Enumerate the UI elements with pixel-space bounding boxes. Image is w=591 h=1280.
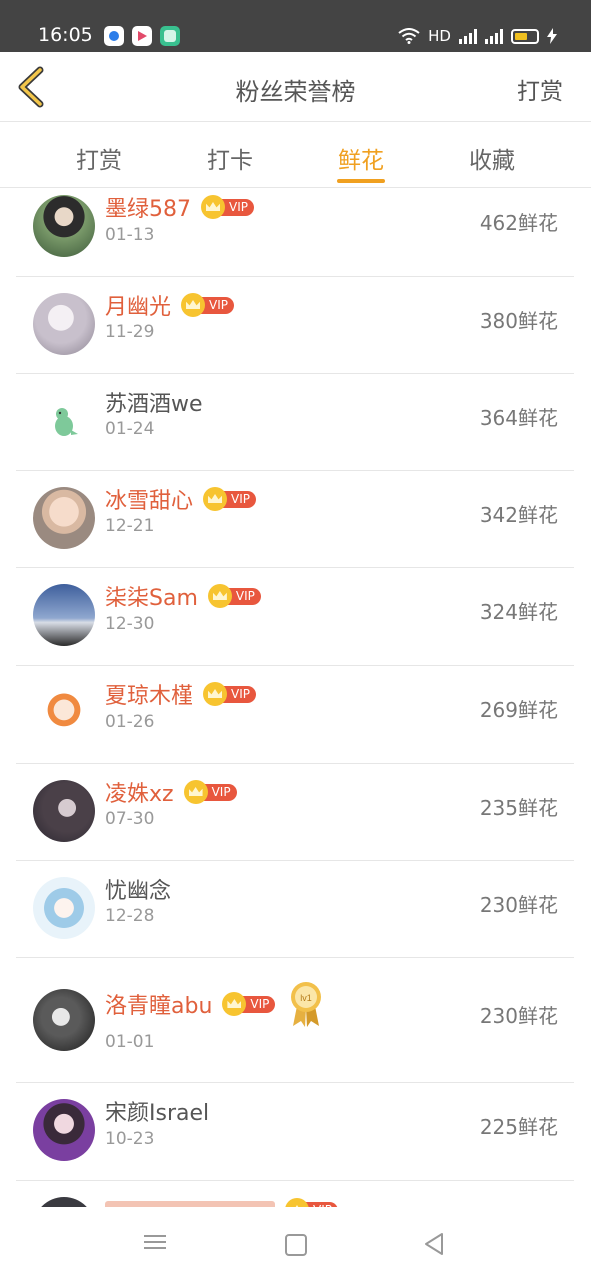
- svg-text:lv1: lv1: [301, 993, 313, 1003]
- tab-favorites[interactable]: 收藏: [452, 141, 532, 175]
- vip-badge: VIP: [181, 293, 234, 317]
- system-nav-bar: [0, 1207, 591, 1280]
- item-date: 01-01: [105, 1032, 155, 1052]
- network-label: HD: [428, 27, 451, 45]
- tab-flowers[interactable]: 鲜花: [321, 141, 401, 175]
- item-date: 12-21: [105, 516, 155, 536]
- flower-count: 462鲜花: [479, 211, 558, 235]
- avatar[interactable]: [33, 682, 95, 744]
- flower-count: 230鲜花: [479, 1004, 558, 1028]
- list-item[interactable]: 夏琼木槿 VIP 01-26 269鲜花: [16, 666, 574, 764]
- item-date: 10-23: [105, 1129, 155, 1149]
- medal-icon: lv1: [287, 980, 325, 1028]
- status-indicators: HD: [398, 25, 557, 47]
- tab-checkin[interactable]: 打卡: [190, 141, 270, 175]
- wifi-icon: [398, 28, 420, 44]
- vip-badge: VIP: [183, 780, 237, 804]
- status-bar: 16:05 HD: [0, 0, 591, 52]
- vip-badge: VIP: [285, 1198, 338, 1207]
- flower-count: 225鲜花: [479, 1115, 558, 1139]
- browser-icon: [104, 26, 124, 46]
- list-item[interactable]: 洛青瞳abu VIP lv1 01-01 230鲜花: [16, 958, 574, 1083]
- back-icon[interactable]: [422, 1231, 448, 1257]
- user-name[interactable]: 冰雪甜心: [105, 483, 193, 515]
- flower-count: 342鲜花: [479, 503, 558, 527]
- active-tab-indicator: [337, 179, 385, 183]
- list-item[interactable]: 忧幽念 12-28 230鲜花: [16, 861, 574, 958]
- user-name[interactable]: 夏琼木槿: [105, 678, 193, 710]
- item-date: 01-24: [105, 419, 155, 439]
- list-item[interactable]: 宋颜Israel 10-23 225鲜花: [16, 1083, 574, 1181]
- flower-count: 230鲜花: [479, 893, 558, 917]
- avatar[interactable]: [33, 780, 95, 842]
- avatar[interactable]: [33, 1197, 95, 1207]
- list-item[interactable]: 苏酒酒we 01-24 364鲜花: [16, 374, 574, 471]
- user-name[interactable]: 柒柒Sam: [105, 580, 198, 612]
- crown-icon: [201, 195, 225, 219]
- flower-count: 269鲜花: [479, 698, 558, 722]
- charging-icon: [547, 28, 557, 44]
- fan-ranking-list[interactable]: 墨绿587 VIP 01-13 462鲜花 月幽光 VIP 11-29 380鲜…: [0, 189, 591, 1207]
- status-time: 16:05: [38, 24, 93, 46]
- user-name[interactable]: 月幽光: [105, 289, 171, 321]
- list-item[interactable]: 月幽光 VIP 11-29 380鲜花: [16, 277, 574, 374]
- avatar[interactable]: [33, 487, 95, 549]
- flower-count: 324鲜花: [479, 600, 558, 624]
- flower-count: 380鲜花: [479, 309, 558, 333]
- list-item[interactable]: 柒柒Sam VIP 12-30 324鲜花: [16, 568, 574, 666]
- signal-icon-2: [485, 28, 503, 44]
- crown-icon: [203, 487, 228, 511]
- avatar[interactable]: [33, 195, 95, 257]
- vip-badge: VIP: [203, 487, 256, 511]
- crown-icon: [207, 584, 232, 608]
- user-name[interactable]: 苏酒酒we: [105, 386, 203, 418]
- video-icon: [132, 26, 152, 46]
- home-icon[interactable]: [282, 1231, 308, 1257]
- list-item[interactable]: 墨绿587 VIP 01-13 462鲜花: [16, 189, 574, 277]
- flower-count: 235鲜花: [479, 796, 558, 820]
- app-header: 粉丝荣誉榜 打赏: [0, 52, 591, 122]
- crown-icon: [285, 1198, 309, 1207]
- crown-icon: [203, 682, 228, 706]
- list-item[interactable]: 凌姝xz VIP 07-30 235鲜花: [16, 764, 574, 861]
- avatar[interactable]: [33, 989, 95, 1051]
- user-name[interactable]: 忧幽念: [105, 873, 171, 905]
- item-date: 07-30: [105, 809, 155, 829]
- item-date: 12-30: [105, 614, 155, 634]
- flower-count: 364鲜花: [479, 406, 558, 430]
- tab-bar: 打赏 打卡 鲜花 收藏: [0, 123, 591, 188]
- item-date: 01-26: [105, 712, 155, 732]
- crown-icon: [181, 293, 206, 317]
- menu-icon[interactable]: [142, 1231, 168, 1257]
- list-item-partial[interactable]: VIP: [16, 1181, 574, 1207]
- item-date: 11-29: [105, 322, 155, 342]
- user-name[interactable]: 洛青瞳abu: [105, 988, 212, 1020]
- item-date: 01-13: [105, 225, 155, 245]
- avatar[interactable]: [33, 877, 95, 939]
- dinosaur-icon: [55, 408, 78, 436]
- list-item[interactable]: 冰雪甜心 VIP 12-21 342鲜花: [16, 471, 574, 568]
- tip-action-button[interactable]: 打赏: [517, 72, 563, 106]
- avatar[interactable]: [33, 390, 95, 452]
- user-name[interactable]: 墨绿587: [105, 191, 191, 223]
- crown-icon: [183, 780, 208, 804]
- user-name[interactable]: 凌姝xz: [105, 776, 174, 808]
- vip-badge: VIP: [207, 584, 261, 608]
- avatar[interactable]: [33, 1099, 95, 1161]
- chat-icon: [160, 26, 180, 46]
- user-name[interactable]: 宋颜Israel: [105, 1095, 209, 1127]
- avatar[interactable]: [33, 293, 95, 355]
- tab-tips[interactable]: 打赏: [59, 141, 139, 175]
- page-title: 粉丝荣誉榜: [235, 78, 356, 106]
- signal-icon: [459, 28, 477, 44]
- vip-badge: VIP: [201, 195, 254, 219]
- item-date: 12-28: [105, 906, 155, 926]
- battery-icon: [511, 28, 539, 44]
- vip-badge: VIP: [222, 992, 276, 1016]
- avatar[interactable]: [33, 584, 95, 646]
- vip-badge: VIP: [203, 682, 256, 706]
